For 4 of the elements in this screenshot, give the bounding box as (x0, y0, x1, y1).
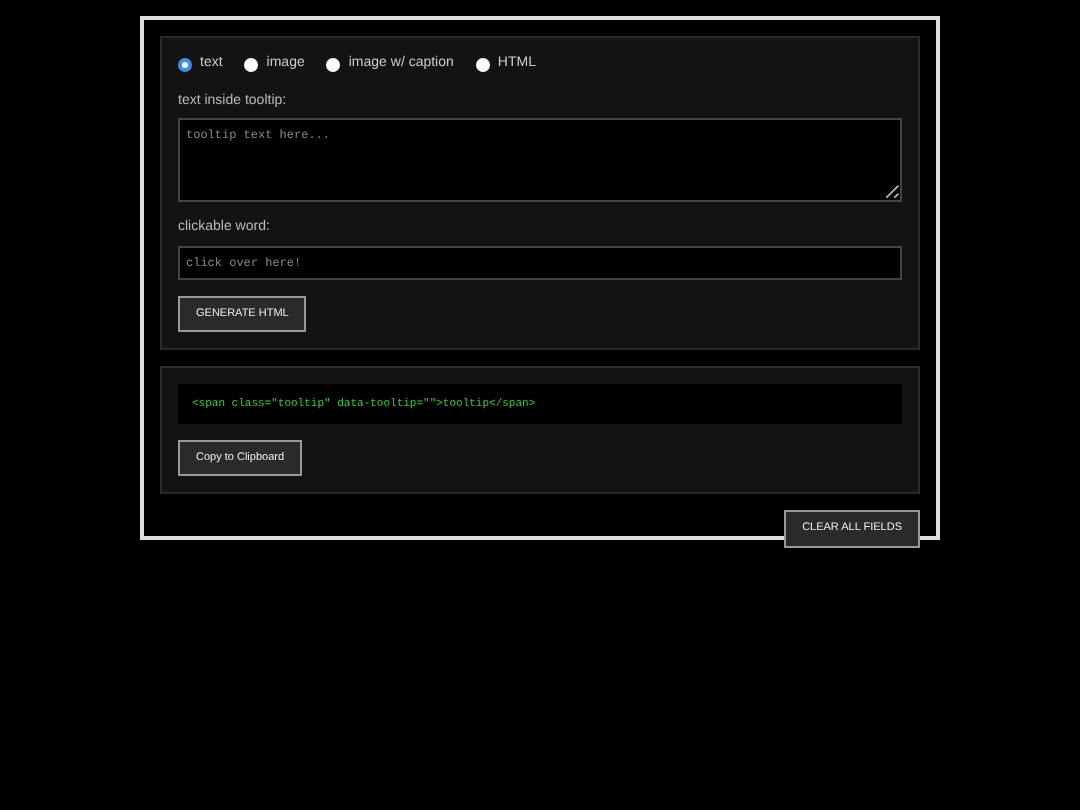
radio-button[interactable] (326, 57, 341, 72)
radio-button[interactable] (178, 57, 192, 72)
radio-button[interactable] (244, 57, 259, 72)
radio-button[interactable] (475, 57, 490, 72)
